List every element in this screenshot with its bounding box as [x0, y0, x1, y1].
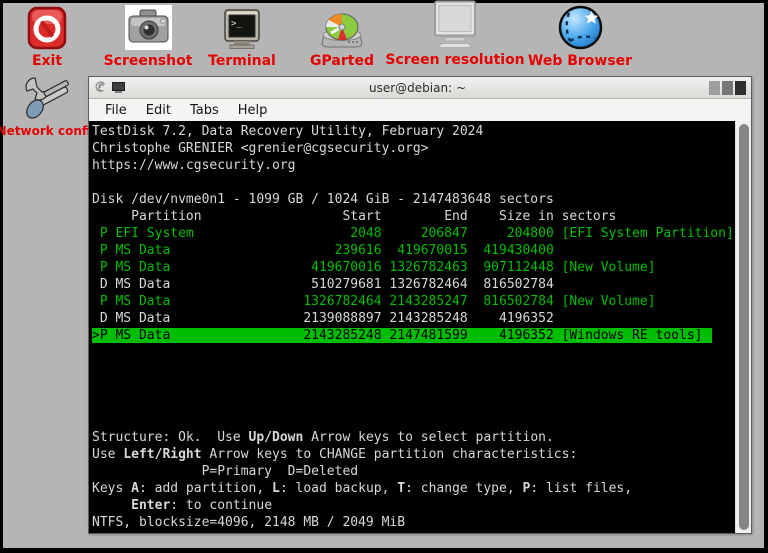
menu-bar: File Edit Tabs Help — [89, 99, 751, 121]
disk-partition-icon — [320, 4, 364, 50]
maximize-button[interactable] — [722, 80, 733, 95]
desktop-icon-network-config[interactable]: Network config — [0, 76, 99, 139]
desktop-icon-label: Screen resolution — [385, 52, 525, 68]
terminal-output: TestDisk 7.2, Data Recovery Utility, Feb… — [92, 124, 734, 530]
close-button[interactable] — [735, 80, 746, 95]
desktop-icon-label: Screenshot — [103, 53, 193, 69]
desktop-icon-label: GParted — [310, 53, 374, 69]
menu-edit[interactable]: Edit — [139, 102, 178, 119]
monitor-icon — [432, 0, 478, 49]
desktop-icon-screenshot[interactable]: Screenshot — [98, 4, 198, 69]
desktop-icon-gparted[interactable]: GParted — [292, 4, 392, 69]
menu-help[interactable]: Help — [231, 102, 275, 119]
menu-tabs[interactable]: Tabs — [183, 102, 226, 119]
minimize-button[interactable] — [709, 80, 720, 95]
svg-text:>_: >_ — [231, 19, 242, 29]
crt-terminal-icon: >_ — [224, 4, 260, 50]
power-icon — [27, 4, 67, 50]
debian-swirl-icon — [94, 78, 107, 97]
camera-icon — [124, 4, 172, 50]
scrollbar-track[interactable] — [735, 121, 751, 533]
desktop-icon-screen-resolution[interactable]: Screen resolution — [385, 0, 525, 68]
window-title: user@debian: ~ — [369, 80, 466, 95]
tools-icon — [21, 76, 75, 120]
desktop-icon-web-browser[interactable]: Web Browser — [520, 4, 640, 69]
terminal-window: user@debian: ~ File Edit Tabs Help TestD… — [88, 76, 752, 534]
window-titlebar[interactable]: user@debian: ~ — [89, 77, 751, 99]
desktop-icon-label: Web Browser — [527, 53, 633, 69]
desktop-icon-label: Exit — [31, 53, 63, 69]
desktop: Exit Screenshot >_ Terminal GParted Scre… — [0, 0, 764, 548]
globe-icon — [557, 4, 604, 50]
desktop-icon-label: Terminal — [208, 53, 276, 69]
terminal-area[interactable]: TestDisk 7.2, Data Recovery Utility, Feb… — [89, 121, 751, 533]
desktop-icon-label: Network config — [0, 124, 100, 138]
menu-file[interactable]: File — [98, 102, 134, 119]
terminal-mini-icon — [112, 78, 125, 97]
scrollbar-thumb[interactable] — [739, 124, 749, 530]
desktop-icon-terminal[interactable]: >_ Terminal — [192, 4, 292, 69]
desktop-icon-exit[interactable]: Exit — [8, 4, 86, 69]
